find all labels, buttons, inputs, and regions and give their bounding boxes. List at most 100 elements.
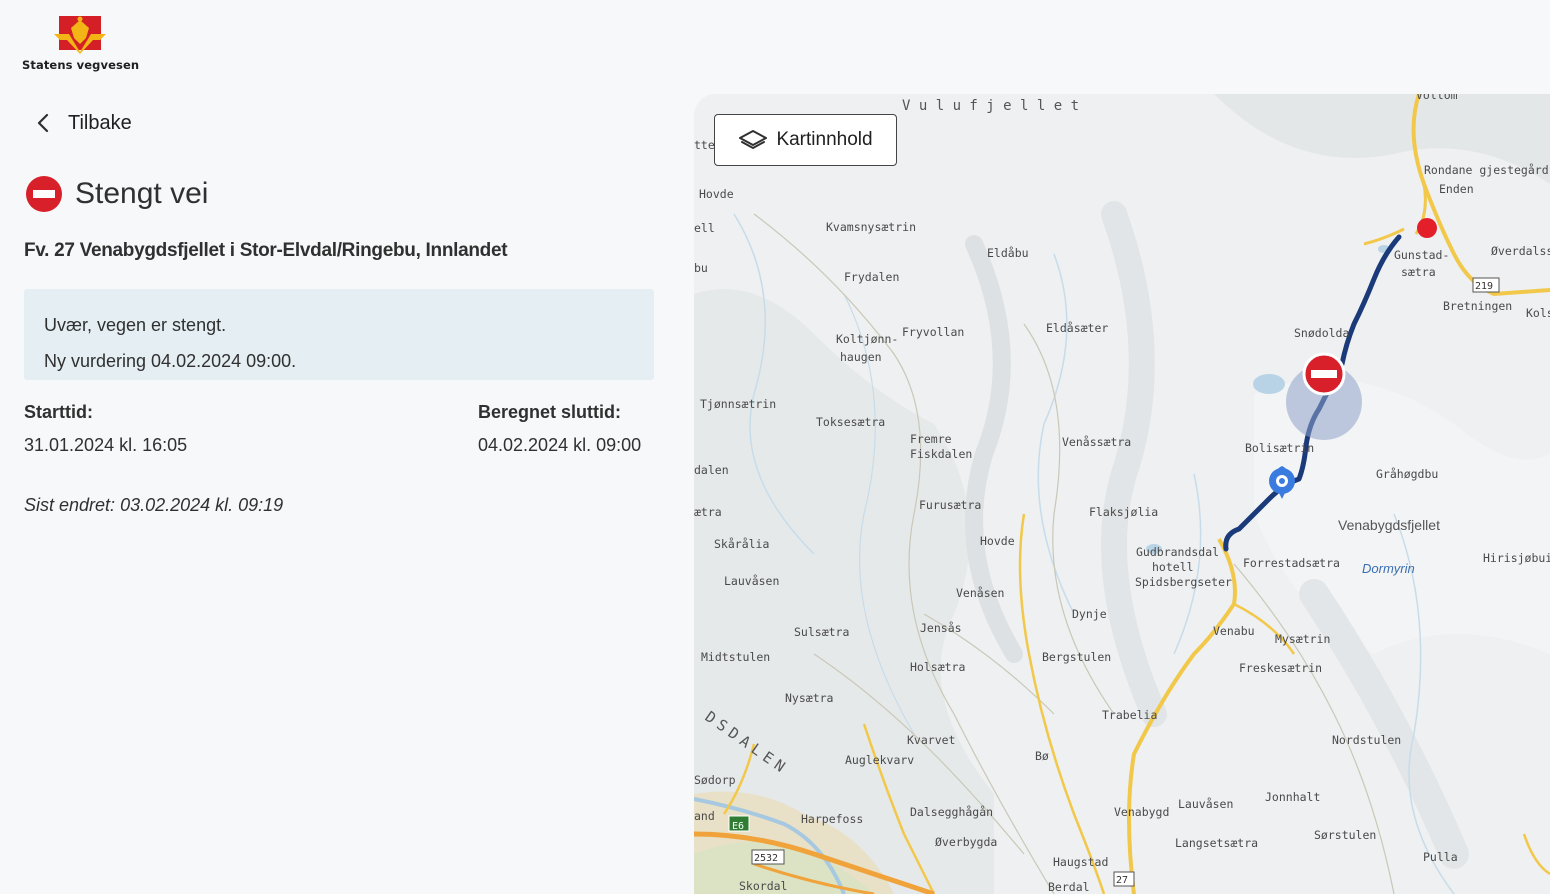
map-label: Øverdalss: [1491, 244, 1550, 258]
map-label: Holsætra: [910, 660, 965, 674]
map-label: Gudbrandsdal: [1136, 545, 1219, 559]
map-label: Auglekvarv: [845, 753, 914, 767]
map-layers-button[interactable]: Kartinnhold: [714, 114, 897, 166]
map-label: Forrestadsætra: [1243, 556, 1340, 570]
map-label: Trabelia: [1102, 708, 1157, 722]
map-label: Enden: [1439, 182, 1474, 196]
map-label: E6: [732, 821, 744, 832]
map-label: Sødorp: [694, 773, 736, 787]
map-canvas[interactable]: V u l u f j e l l e t Hovde Kvamsnysætrin E…: [694, 94, 1550, 894]
map-label: Freskesætrin: [1239, 661, 1322, 675]
map-label: Hovde: [980, 534, 1015, 548]
map-label: Berdal: [1048, 880, 1090, 894]
map-label: Hovde: [699, 187, 734, 201]
map-label: Bø: [1035, 749, 1049, 763]
map-label: Venabygd: [1114, 805, 1169, 819]
map-label: Sulsætra: [794, 625, 849, 639]
end-value: 04.02.2024 kl. 09:00: [478, 435, 642, 455]
map-label: Dalsegghågån: [910, 805, 993, 819]
road-title: Fv. 27 Venabygdsfjellet i Stor-Elvdal/Ri…: [24, 240, 508, 261]
map-label: Dormyrin: [1362, 561, 1415, 576]
map-label: Øverbygda: [935, 835, 997, 849]
status-heading: Stengt vei: [25, 175, 208, 213]
message-line: Uvær, vegen er stengt.: [44, 315, 227, 335]
start-label: Starttid:: [24, 402, 93, 422]
map-label: Flaksjølia: [1089, 505, 1158, 519]
logo-text: Statens vegvesen: [22, 58, 140, 72]
map-label: Pulla: [1423, 850, 1458, 864]
map-label: Venåssætra: [1062, 435, 1131, 449]
end-label: Beregnet sluttid:: [478, 402, 622, 422]
map-label: Langsetsætra: [1175, 836, 1258, 850]
chevron-left-icon: [37, 113, 49, 133]
map-label: Haugstad: [1053, 855, 1108, 869]
map-label: Fiskdalen: [910, 447, 972, 461]
map-label: Vollom: [1416, 94, 1458, 102]
map-label: Gråhøgdbu: [1376, 467, 1438, 481]
map-label: dalen: [694, 463, 729, 477]
map-label: Gunstad-: [1394, 248, 1449, 262]
map-label: 219: [1475, 281, 1493, 292]
message-box: Uvær, vegen er stengt. Ny vurdering 04.0…: [24, 289, 654, 380]
map-label: Lauvåsen: [1178, 797, 1233, 811]
map-label: 2532: [754, 853, 778, 864]
map-layers-label: Kartinnhold: [776, 129, 873, 150]
map-label: Snødolda: [1294, 326, 1349, 340]
map-label: Rondane gjestegård: [1424, 163, 1549, 177]
map-label: ell: [694, 221, 715, 235]
map-label: 27: [1116, 875, 1128, 886]
map-label: Venåsen: [956, 586, 1004, 600]
map[interactable]: V u l u f j e l l e t Hovde Kvamsnysætrin E…: [694, 94, 1550, 894]
map-label: Lauvåsen: [724, 574, 779, 588]
back-label: Tilbake: [68, 111, 132, 134]
map-label: Spidsbergseter: [1135, 575, 1232, 589]
map-label: sætra: [1401, 265, 1436, 279]
map-label: Dynje: [1072, 607, 1107, 621]
map-label: Tjønnsætrin: [700, 397, 776, 411]
status-title: Stengt vei: [75, 177, 209, 210]
map-label: Bretningen: [1443, 299, 1512, 313]
map-label: Mysætrin: [1275, 632, 1330, 646]
map-label: Frydalen: [844, 270, 899, 284]
map-label: Bolisætrin: [1245, 441, 1314, 455]
map-label: Eldåsæter: [1046, 321, 1108, 335]
map-label: Jensås: [920, 621, 962, 635]
map-label: Venabygdsfjellet: [1338, 517, 1440, 533]
message-line: Ny vurdering 04.02.2024 09:00.: [44, 351, 297, 371]
map-label: Jonnhalt: [1265, 790, 1320, 804]
map-label: haugen: [840, 350, 882, 364]
map-label: Harpefoss: [801, 812, 863, 826]
map-label: Furusætra: [919, 498, 981, 512]
map-label: Skordal: [739, 879, 787, 893]
map-label: Fryvollan: [902, 325, 964, 339]
map-label: Toksesætra: [816, 415, 885, 429]
map-label: Eldåbu: [987, 246, 1029, 260]
map-label: and: [694, 809, 715, 823]
map-label: Hirisjøbuin: [1483, 551, 1550, 565]
map-label: bu: [694, 261, 708, 275]
map-label: Nordstulen: [1332, 733, 1401, 747]
map-label: ætra: [694, 505, 722, 519]
map-label: Midtstulen: [701, 650, 770, 664]
map-label: Skårålia: [714, 537, 769, 551]
map-label: V u l u f j e l l e t: [902, 98, 1079, 114]
map-label: Venabu: [1213, 624, 1255, 638]
map-label: Kvamsnysætrin: [826, 220, 916, 234]
map-label: Kols: [1526, 306, 1550, 320]
map-label: hotell: [1152, 560, 1194, 574]
logo[interactable]: Statens vegvesen: [22, 14, 140, 72]
map-label: Sørstulen: [1314, 828, 1376, 842]
layers-icon: [739, 130, 768, 149]
last-changed-value: 03.02.2024 kl. 09:19: [120, 495, 284, 515]
no-entry-icon: [26, 176, 62, 212]
map-label: Nysætra: [785, 691, 833, 705]
last-changed: Sist endret: 03.02.2024 kl. 09:19: [24, 495, 283, 516]
map-label: Kvarvet: [907, 733, 955, 747]
last-changed-label: Sist endret:: [24, 495, 116, 515]
map-label: Koltjønn-: [836, 332, 898, 346]
back-button[interactable]: Tilbake: [28, 108, 132, 138]
map-label: Fremre: [910, 432, 952, 446]
start-value: 31.01.2024 kl. 16:05: [24, 435, 188, 455]
map-label: Bergstulen: [1042, 650, 1111, 664]
logo-emblem-icon: [53, 16, 106, 54]
